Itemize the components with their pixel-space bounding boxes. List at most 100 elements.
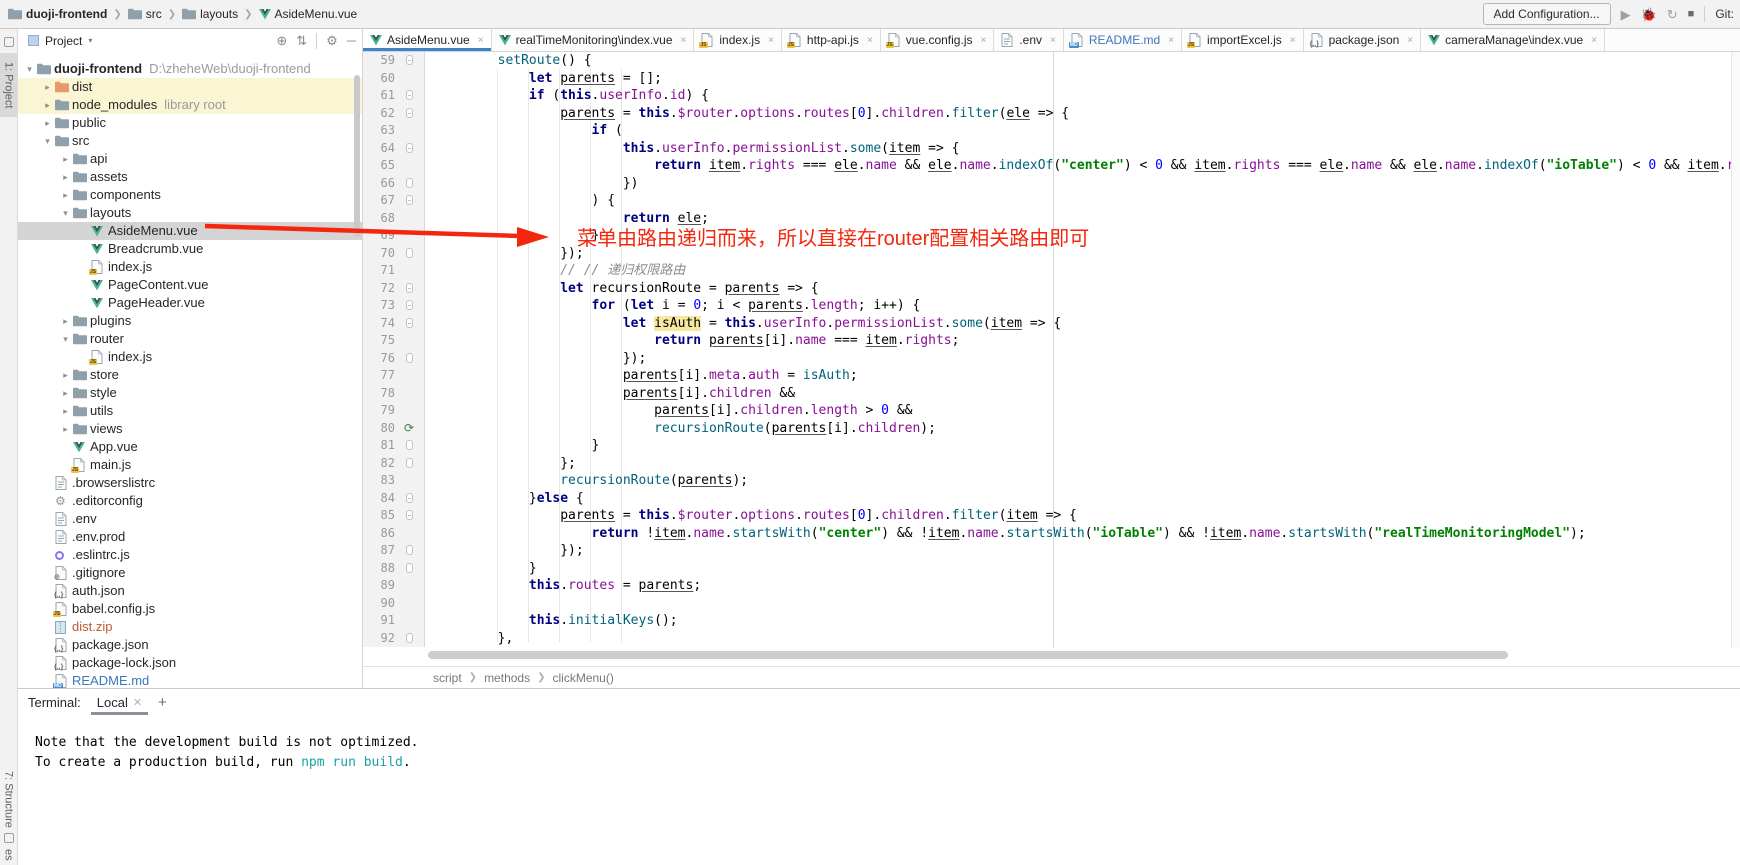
close-icon[interactable]: × xyxy=(1050,35,1056,46)
tree-chevron-icon[interactable]: ▾ xyxy=(40,132,55,150)
close-icon[interactable]: × xyxy=(681,35,687,46)
tree-row-main.js[interactable]: JSmain.js xyxy=(18,456,362,474)
tree-row-index.js[interactable]: JSindex.js xyxy=(18,258,362,276)
fold-marker-icon[interactable] xyxy=(406,300,413,310)
tree-chevron-icon[interactable]: ▾ xyxy=(58,330,73,348)
tree-row-breadcrumb.vue[interactable]: Breadcrumb.vue xyxy=(18,240,362,258)
hide-panel-icon[interactable]: ─ xyxy=(347,33,356,48)
tree-row-views[interactable]: ▸views xyxy=(18,420,362,438)
tree-row-pageheader.vue[interactable]: PageHeader.vue xyxy=(18,294,362,312)
close-icon[interactable]: ✕ xyxy=(133,696,142,709)
tree-row-router[interactable]: ▾router xyxy=(18,330,362,348)
close-icon[interactable]: × xyxy=(768,35,774,46)
tool-button-structure[interactable]: 7: Structure xyxy=(3,771,15,828)
tree-row-index.js[interactable]: JSindex.js xyxy=(18,348,362,366)
file-tab-vue.config.js[interactable]: JSvue.config.js× xyxy=(881,29,995,51)
tree-row-pagecontent.vue[interactable]: PageContent.vue xyxy=(18,276,362,294)
run-icon[interactable]: ▶ xyxy=(1621,8,1631,21)
fold-end-icon[interactable] xyxy=(406,353,413,363)
file-tab-http-api.js[interactable]: JShttp-api.js× xyxy=(782,29,881,51)
new-terminal-icon[interactable]: + xyxy=(158,694,167,711)
tree-row-dist[interactable]: ▸dist xyxy=(18,78,362,96)
breadcrumb-item[interactable]: duoji-frontend xyxy=(8,7,107,21)
tree-chevron-icon[interactable]: ▸ xyxy=(58,168,73,186)
file-tab-package.json[interactable]: {..}package.json× xyxy=(1304,29,1422,51)
breadcrumb-item[interactable]: AsideMenu.vue xyxy=(259,7,358,21)
debug-icon[interactable]: 🐞 xyxy=(1641,8,1657,21)
tool-button-project[interactable]: 1: Project xyxy=(0,53,17,117)
fold-marker-icon[interactable] xyxy=(406,510,413,520)
file-tab-.env[interactable]: .env× xyxy=(994,29,1064,51)
fold-marker-icon[interactable] xyxy=(406,108,413,118)
tree-row-src[interactable]: ▾src xyxy=(18,132,362,150)
fold-end-icon[interactable] xyxy=(406,563,413,573)
chevron-down-icon[interactable]: ▾ xyxy=(88,36,92,45)
tree-row-.editorconfig[interactable]: ⚙.editorconfig xyxy=(18,492,362,510)
tree-chevron-icon[interactable]: ▸ xyxy=(58,384,73,402)
tree-chevron-icon[interactable]: ▸ xyxy=(40,114,55,132)
tree-chevron-icon[interactable]: ▸ xyxy=(58,420,73,438)
breadcrumb-item[interactable]: layouts xyxy=(182,7,238,21)
file-tab-readme.md[interactable]: MDREADME.md× xyxy=(1064,29,1182,51)
fold-end-icon[interactable] xyxy=(406,248,413,258)
editor-breadcrumb-item[interactable]: script xyxy=(433,671,462,685)
tree-row-.browserslistrc[interactable]: .browserslistrc xyxy=(18,474,362,492)
file-tab-realtimemonitoring-index.vue[interactable]: realTimeMonitoring\index.vue× xyxy=(492,29,695,51)
tree-row-package-lock.json[interactable]: {..}package-lock.json xyxy=(18,654,362,672)
horizontal-scrollbar[interactable] xyxy=(428,651,1508,659)
tree-chevron-icon[interactable]: ▾ xyxy=(22,60,37,78)
tree-row-utils[interactable]: ▸utils xyxy=(18,402,362,420)
tree-row-layouts[interactable]: ▾layouts xyxy=(18,204,362,222)
tree-row-public[interactable]: ▸public xyxy=(18,114,362,132)
close-icon[interactable]: × xyxy=(1407,35,1413,46)
tree-row-dist.zip[interactable]: dist.zip xyxy=(18,618,362,636)
fold-end-icon[interactable] xyxy=(406,633,413,643)
collapse-all-icon[interactable]: ⇅ xyxy=(296,33,307,49)
gear-icon[interactable]: ⚙ xyxy=(326,33,338,49)
tree-chevron-icon[interactable]: ▸ xyxy=(58,312,73,330)
close-icon[interactable]: × xyxy=(980,35,986,46)
fold-marker-icon[interactable] xyxy=(406,90,413,100)
tree-row-package.json[interactable]: {..}package.json xyxy=(18,636,362,654)
fold-marker-icon[interactable] xyxy=(406,283,413,293)
tree-row-assets[interactable]: ▸assets xyxy=(18,168,362,186)
tree-row-plugins[interactable]: ▸plugins xyxy=(18,312,362,330)
tree-chevron-icon[interactable]: ▸ xyxy=(58,366,73,384)
fold-end-icon[interactable] xyxy=(406,440,413,450)
tree-row-components[interactable]: ▸components xyxy=(18,186,362,204)
code-editor[interactable]: 59 setRoute() {60 let parents = [];61 if… xyxy=(363,52,1740,648)
tree-row-nodemodules[interactable]: ▸node_moduleslibrary root xyxy=(18,96,362,114)
tree-chevron-icon[interactable]: ▾ xyxy=(58,204,73,222)
editor-breadcrumb-item[interactable]: clickMenu() xyxy=(552,671,613,685)
tool-button-icon[interactable] xyxy=(4,833,14,843)
add-configuration-button[interactable]: Add Configuration... xyxy=(1483,3,1611,25)
fold-end-icon[interactable] xyxy=(406,178,413,188)
close-icon[interactable]: × xyxy=(1591,35,1597,46)
tree-chevron-icon[interactable]: ▸ xyxy=(40,78,55,96)
tree-row-.env[interactable]: .env xyxy=(18,510,362,528)
tree-row-.env.prod[interactable]: .env.prod xyxy=(18,528,362,546)
tree-row-.gitignore[interactable]: ⊘.gitignore xyxy=(18,564,362,582)
fold-marker-icon[interactable] xyxy=(406,493,413,503)
project-panel-title[interactable]: Project xyxy=(45,34,82,48)
file-tab-importexcel.js[interactable]: JSimportExcel.js× xyxy=(1182,29,1304,51)
editor-breadcrumb-item[interactable]: methods xyxy=(484,671,530,685)
fold-marker-icon[interactable] xyxy=(406,318,413,328)
file-tab-cameramanage-index.vue[interactable]: cameraManage\index.vue× xyxy=(1421,29,1605,51)
stop-icon[interactable]: ■ xyxy=(1688,8,1695,21)
tree-row-babel.config.js[interactable]: JSbabel.config.js xyxy=(18,600,362,618)
tree-row-asidemenu.vue[interactable]: AsideMenu.vue xyxy=(18,222,362,240)
tree-chevron-icon[interactable]: ▸ xyxy=(58,402,73,420)
tree-row-style[interactable]: ▸style xyxy=(18,384,362,402)
file-tab-index.js[interactable]: JSindex.js× xyxy=(694,29,782,51)
fold-marker-icon[interactable] xyxy=(406,55,413,65)
terminal-tab-local[interactable]: Local ✕ xyxy=(95,689,144,715)
fold-end-icon[interactable] xyxy=(406,458,413,468)
fold-marker-icon[interactable] xyxy=(406,143,413,153)
vertical-scrollbar[interactable] xyxy=(1731,52,1740,648)
git-label[interactable]: Git: xyxy=(1715,7,1734,21)
close-icon[interactable]: × xyxy=(1168,35,1174,46)
tree-row-duoji-frontend[interactable]: ▾duoji-frontendD:\zheheWeb\duoji-fronten… xyxy=(18,60,362,78)
locate-file-icon[interactable]: ⊕ xyxy=(276,33,287,49)
tree-row-.eslintrc.js[interactable]: .eslintrc.js xyxy=(18,546,362,564)
